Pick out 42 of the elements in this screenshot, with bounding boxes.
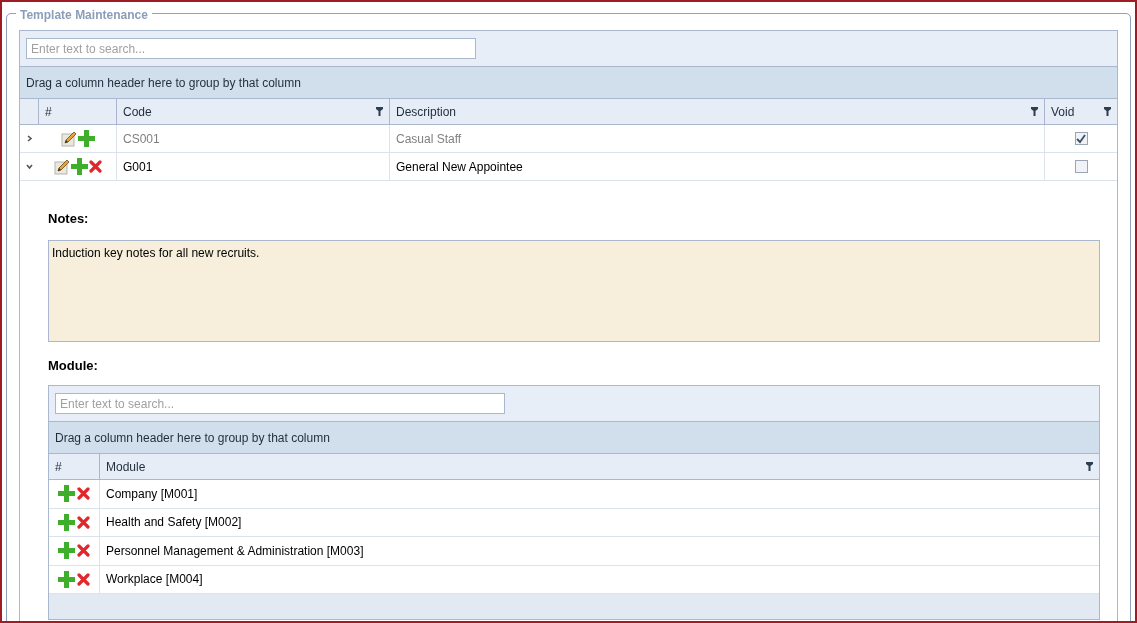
filter-icon[interactable] — [1104, 107, 1111, 116]
description-cell: General New Appointee — [390, 153, 1045, 180]
module-cell-text: Workplace [M004] — [105, 571, 204, 589]
add-icon[interactable] — [58, 542, 75, 560]
delete-icon[interactable] — [77, 487, 90, 501]
module-cell-text: Company [M001] — [105, 485, 199, 503]
add-icon[interactable] — [70, 158, 88, 175]
edit-icon[interactable] — [60, 130, 77, 147]
column-header[interactable]: # — [39, 99, 117, 124]
column-header[interactable]: Module — [100, 454, 1099, 479]
delete-icon[interactable] — [77, 544, 90, 558]
code-cell: G001 — [117, 153, 390, 180]
module-cell-text: Personnel Management & Administration [M003] — [105, 542, 365, 560]
module-cell-text: Health and Safety [M002] — [105, 514, 243, 532]
delete-icon[interactable] — [88, 160, 102, 173]
add-icon[interactable] — [58, 513, 75, 531]
search-field[interactable]: Enter text to search... — [55, 393, 505, 414]
expand-caret-icon[interactable] — [26, 163, 33, 170]
add-icon[interactable] — [58, 485, 75, 503]
filter-icon[interactable] — [376, 107, 383, 116]
column-header[interactable]: Void — [1045, 99, 1117, 124]
column-header[interactable]: Code — [117, 99, 390, 124]
notes-field[interactable]: Induction key notes for all new recruits. — [48, 239, 1100, 342]
filter-icon[interactable] — [1086, 462, 1093, 471]
void-checkbox[interactable] — [1074, 132, 1088, 145]
filter-icon[interactable] — [1031, 107, 1038, 116]
search-field[interactable]: Enter text to search... — [26, 38, 476, 59]
code-cell: CS001 — [117, 125, 390, 152]
module-label: Module: — [48, 356, 99, 375]
add-icon[interactable] — [58, 570, 75, 588]
void-checkbox[interactable] — [1074, 160, 1088, 173]
group-panel: Drag a column header here to group by that column — [20, 67, 1117, 99]
notes-label: Notes: — [48, 210, 90, 228]
column-header[interactable]: # — [49, 454, 100, 479]
add-icon[interactable] — [77, 130, 95, 147]
group-panel: Drag a column header here to group by that column — [49, 422, 1099, 454]
delete-icon[interactable] — [77, 515, 90, 529]
expand-caret-icon[interactable] — [26, 135, 33, 142]
edit-icon[interactable] — [53, 158, 70, 175]
column-header[interactable]: Description — [390, 99, 1045, 124]
delete-icon[interactable] — [77, 572, 90, 586]
description-cell: Casual Staff — [390, 125, 1045, 152]
